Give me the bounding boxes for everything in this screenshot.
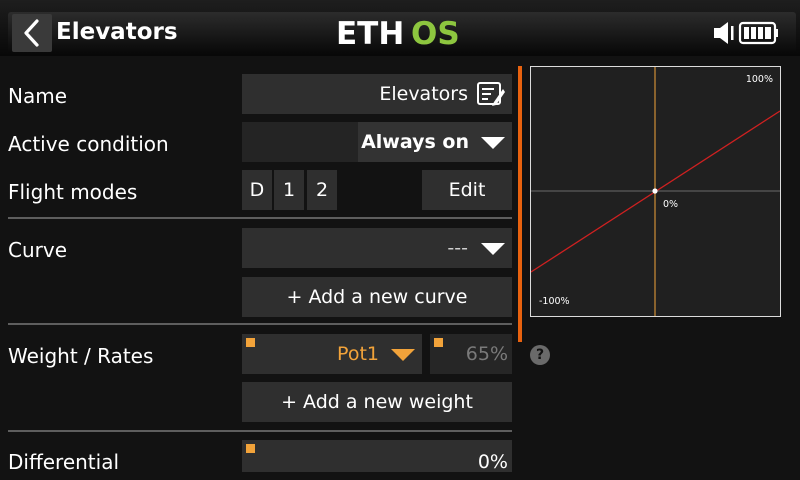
name-value: Elevators — [379, 83, 468, 105]
edit-text-icon — [477, 82, 505, 106]
section-divider — [8, 323, 512, 325]
differential-value: 0% — [477, 451, 508, 473]
weight-value-field[interactable]: 65% — [430, 334, 512, 374]
chevron-left-icon — [24, 19, 39, 47]
flight-mode-2[interactable]: 2 — [307, 170, 337, 210]
status-icons — [714, 21, 778, 45]
dropdown-arrow-icon — [391, 349, 415, 361]
name-label: Name — [8, 84, 68, 108]
weight-source-dropdown[interactable]: Pot1 — [242, 334, 422, 374]
graph-center-label: 0% — [663, 199, 678, 210]
edit-flight-modes-button[interactable]: Edit — [422, 170, 512, 210]
flight-mode-1[interactable]: 1 — [274, 170, 304, 210]
logo-text-os: OS — [411, 16, 460, 50]
speaker-icon — [714, 22, 734, 44]
section-divider — [8, 217, 512, 219]
add-curve-button[interactable]: + Add a new curve — [242, 277, 512, 317]
back-button[interactable] — [12, 14, 52, 52]
center-point — [652, 188, 658, 194]
active-condition-value: Always on — [361, 131, 469, 153]
page-title: Elevators — [56, 19, 178, 45]
logo-text-eth: ETH — [336, 16, 404, 50]
ethos-logo: ETH OS — [336, 16, 460, 50]
active-condition-label: Active condition — [8, 132, 169, 156]
weight-rates-label: Weight / Rates — [8, 344, 154, 368]
help-icon[interactable]: ? — [530, 345, 550, 365]
name-field[interactable]: Elevators — [242, 74, 512, 114]
title-bar: Elevators ETH OS — [0, 0, 800, 56]
curve-value: --- — [447, 237, 468, 259]
source-flag-marker — [434, 338, 443, 347]
flight-mode-d[interactable]: D — [242, 170, 272, 210]
source-flag-marker — [246, 338, 255, 347]
section-divider — [8, 430, 512, 432]
curve-graph: 100% 0% -100% — [530, 67, 781, 316]
flight-modes-label: Flight modes — [8, 180, 138, 204]
active-condition-dropdown[interactable]: Always on — [242, 122, 512, 162]
curve-label: Curve — [8, 238, 68, 262]
curve-preview: 100% 0% -100% — [530, 66, 781, 317]
weight-source-value: Pot1 — [337, 343, 379, 365]
graph-min-label: -100% — [539, 296, 570, 307]
battery-icon — [738, 21, 778, 45]
weight-value: 65% — [465, 343, 508, 365]
differential-field[interactable]: 0% — [242, 440, 512, 473]
dropdown-arrow-icon — [481, 137, 505, 149]
differential-label: Differential — [8, 450, 120, 474]
graph-max-label: 100% — [746, 74, 773, 85]
add-weight-button[interactable]: + Add a new weight — [242, 382, 512, 422]
dropdown-arrow-icon — [481, 243, 505, 255]
source-flag-marker — [246, 444, 255, 453]
scrollbar[interactable] — [518, 66, 522, 342]
curve-dropdown[interactable]: --- — [242, 228, 512, 268]
